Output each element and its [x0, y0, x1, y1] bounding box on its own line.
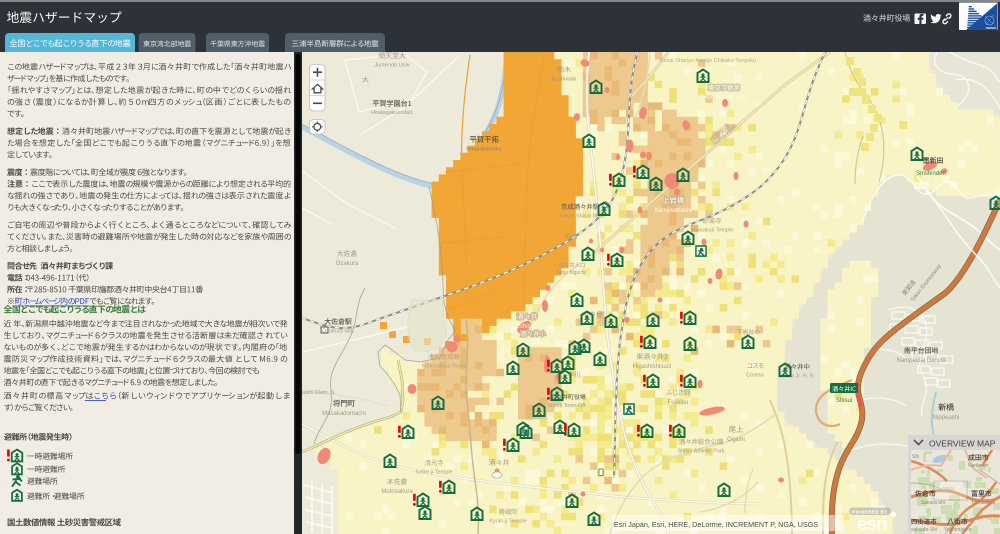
- svg-text:Sinshinden: Sinshinden: [916, 171, 946, 177]
- svg-text:Hirakagakuendai1: Hirakagakuendai1: [371, 110, 413, 116]
- svg-text:Kasai Shanyu Kamijo Chibako Te: Kasai Shanyu Kamijo Chibako Tengoku: [660, 58, 756, 64]
- svg-text:OVERVIEW MAP: OVERVIEW MAP: [929, 439, 996, 449]
- svg-text:Fujikino: Fujikino: [668, 400, 689, 406]
- svg-text:Shi: Shi: [912, 454, 919, 460]
- svg-text:Juntendo Univ: Juntendo Univ: [374, 63, 409, 69]
- svg-text:Keisei Shisui Sta: Keisei Shisui Sta: [559, 214, 601, 220]
- svg-text:Esri Japan, Esri, HERE, DeLorm: Esri Japan, Esri, HERE, DeLorme, INCREME…: [614, 520, 818, 529]
- svg-text:Shisui Athletic Park: Shisui Athletic Park: [677, 449, 724, 455]
- svg-text:Hirakakantaku: Hirakakantaku: [466, 147, 501, 153]
- svg-text:Motosakura: Motosakura: [381, 489, 413, 495]
- svg-text:Kyoin-ji Temple: Kyoin-ji Temple: [489, 519, 526, 525]
- svg-text:Myorakuji Temple: Myorakuji Temple: [691, 228, 734, 234]
- svg-text:Osakura Sta.: Osakura Sta.: [322, 329, 355, 335]
- svg-text:Ozakura: Ozakura: [336, 261, 359, 267]
- svg-text:sukaido-Shi: sukaido-Shi: [911, 527, 937, 533]
- svg-text:Sakura-shi: Sakura-shi: [921, 500, 945, 506]
- svg-text:Shisui: Shisui: [836, 398, 852, 404]
- svg-text:Shisui: Shisui: [519, 324, 535, 330]
- svg-text:Sego Iriguchi: Sego Iriguchi: [556, 270, 585, 276]
- svg-text:Nippeashi: Nippeashi: [933, 415, 960, 421]
- svg-text:Tomisato-s: Tomisato-s: [971, 500, 996, 506]
- svg-text:Shisui Town Off.: Shisui Town Off.: [547, 403, 587, 409]
- svg-text:Cosmo: Cosmo: [746, 373, 763, 379]
- svg-text:Kamiiwahashi: Kamiiwahashi: [654, 208, 691, 214]
- svg-text:Higashishisui3: Higashishisui3: [633, 364, 672, 370]
- svg-text:Motosakura Ruins: Motosakura Ruins: [422, 364, 467, 370]
- svg-text:Narita-sh: Narita-sh: [968, 463, 989, 469]
- svg-text:Seiko-ji Temple: Seiko-ji Temple: [415, 470, 452, 476]
- svg-text:esri: esri: [857, 513, 887, 534]
- svg-text:Masakadomachi: Masakadomachi: [322, 411, 366, 417]
- svg-text:Yachimata-s: Yachimata-s: [944, 527, 972, 533]
- svg-text:higashi Elem. S.: higashi Elem. S.: [296, 390, 336, 396]
- svg-text:Tokyo Gakkan H. S.: Tokyo Gakkan H. S.: [700, 95, 749, 101]
- svg-text:SHISUI: SHISUI: [986, 26, 996, 30]
- svg-text:Kashiwaki: Kashiwaki: [552, 77, 577, 83]
- svg-text:Nampeidai Danchi: Nampeidai Danchi: [896, 358, 945, 364]
- svg-text:Ogami: Ogami: [727, 437, 745, 443]
